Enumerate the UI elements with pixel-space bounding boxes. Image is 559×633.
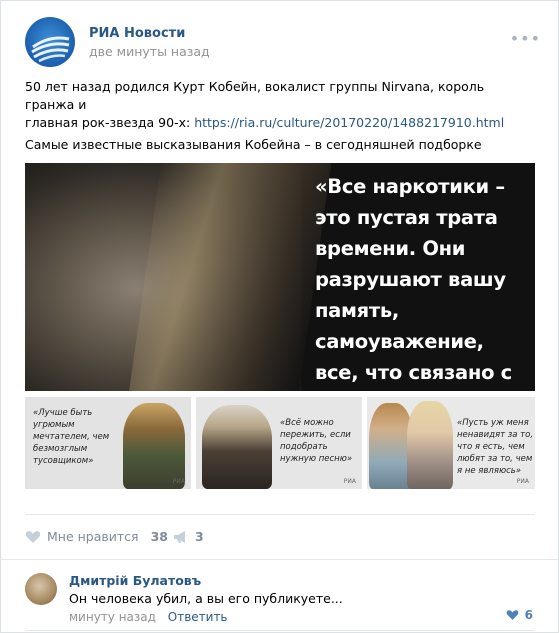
post-text-line-1: 50 лет назад родился Курт Кобейн, вокали… <box>25 79 485 112</box>
post-time[interactable]: две минуты назад <box>89 44 210 59</box>
article-link[interactable]: https://ria.ru/culture/20170220/14882179… <box>194 115 504 130</box>
thumb-2-logo: РИА <box>343 478 356 485</box>
thumb-3-logo: РИА <box>516 478 529 485</box>
comments-divider <box>1 559 558 560</box>
comment-like-button[interactable]: 6 <box>506 608 533 622</box>
comment-like-count: 6 <box>524 608 533 622</box>
main-photo-quote: «Все наркотики – это пустая трата времен… <box>315 175 512 384</box>
comment-text: Он человека убил, а вы его публикуете... <box>69 591 343 606</box>
post-text-line-2-prefix: главная рок-звезда 90-х: <box>25 115 195 130</box>
ria-logo-avatar[interactable] <box>25 17 75 67</box>
photo-thumb-3[interactable]: «Пусть уж меня ненавидят за то, что я ес… <box>367 397 535 489</box>
like-label: Мне нравится <box>47 529 139 544</box>
bottom-divider <box>25 630 535 631</box>
comment-meta: минуту назад Ответить <box>69 610 228 624</box>
photo-thumb-2[interactable]: «Всё можно пережить, если подобрать нужн… <box>196 397 362 489</box>
comment-time[interactable]: минуту назад <box>69 610 156 624</box>
heart-icon <box>506 610 518 620</box>
actions-divider <box>25 514 535 515</box>
share-count: 3 <box>195 529 204 544</box>
thumb-1-quote: «Лучше быть угрюмым мечтателем, чем безм… <box>33 408 110 466</box>
post-card: РИА Новости две минуты назад ••• 50 лет … <box>0 0 559 633</box>
post-author[interactable]: РИА Новости <box>89 26 185 41</box>
thumb-3-quote: «Пусть уж меня ненавидят за то, что я ес… <box>457 418 534 476</box>
photo-hair <box>127 163 333 391</box>
commenter-avatar[interactable] <box>25 573 57 605</box>
comment-item: Дмитрій Булатовъ Он человека убил, а вы … <box>25 573 535 633</box>
post-text-line-2: главная рок-звезда 90-х: https://ria.ru/… <box>25 114 537 132</box>
ria-logo-icon <box>31 36 70 63</box>
thumb-1-logo: РИА <box>172 478 185 485</box>
photo-thumb-1[interactable]: «Лучше быть угрюмым мечтателем, чем безм… <box>25 397 191 489</box>
post-text-line-3: Самые известные высказывания Кобейна – в… <box>25 137 482 152</box>
like-count: 38 <box>150 529 168 544</box>
main-photo[interactable]: «Все наркотики – это пустая трата времен… <box>25 163 535 391</box>
thumb-2-person <box>202 405 272 489</box>
thumb-3-person-2 <box>407 401 453 489</box>
megaphone-icon <box>174 530 185 543</box>
thumb-1-person <box>123 403 185 489</box>
comment-author[interactable]: Дмитрій Булатовъ <box>69 573 201 588</box>
post-text: 50 лет назад родился Курт Кобейн, вокали… <box>25 78 537 132</box>
thumb-2-quote: «Всё можно пережить, если подобрать нужн… <box>280 418 353 464</box>
reply-button[interactable]: Ответить <box>168 610 228 624</box>
share-button[interactable]: 3 <box>173 529 204 544</box>
heart-icon <box>25 530 41 543</box>
post-header: РИА Новости две минуты назад ••• <box>25 17 545 69</box>
more-options-icon[interactable]: ••• <box>510 29 541 48</box>
like-button[interactable]: Мне нравится 38 <box>25 529 168 544</box>
post-actions: Мне нравится 38 3 <box>25 529 535 549</box>
